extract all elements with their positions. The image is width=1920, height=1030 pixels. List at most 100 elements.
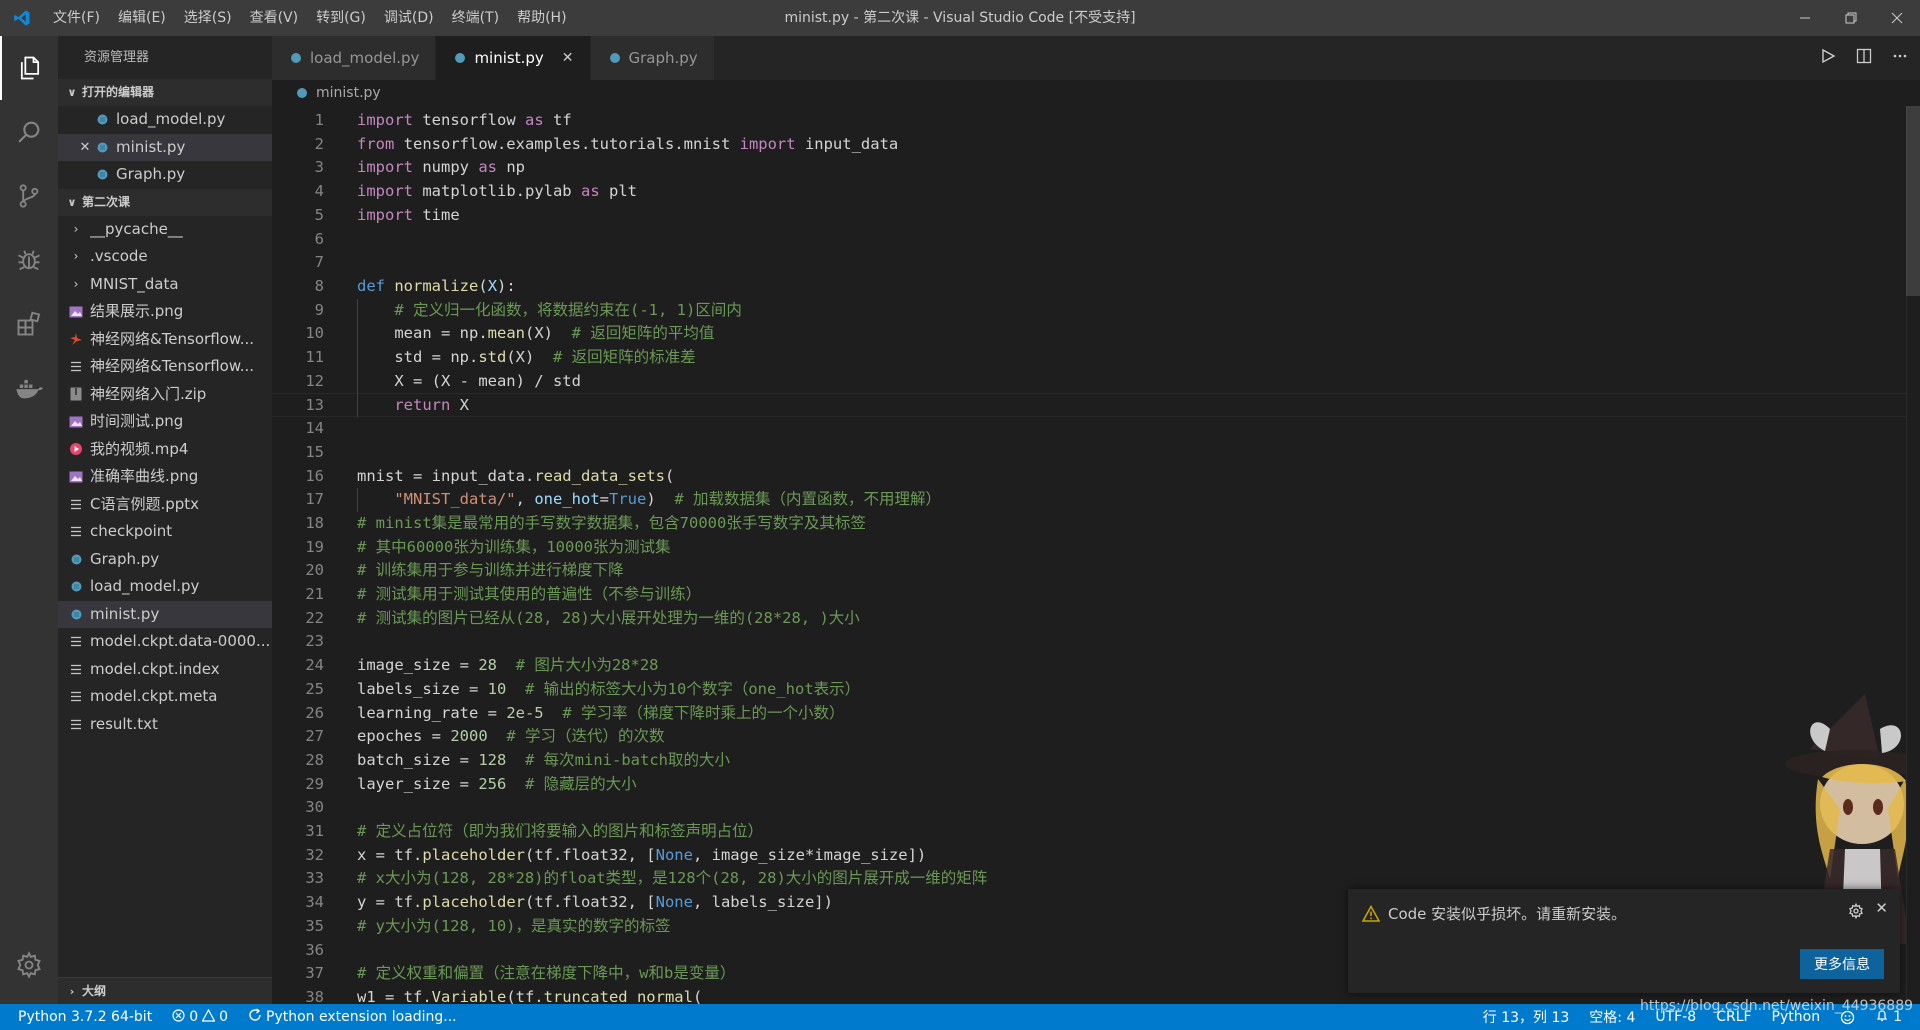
more-info-button[interactable]: 更多信息: [1800, 949, 1884, 979]
file-label: C语言例题.pptx: [90, 494, 200, 513]
file-item[interactable]: 结果展示.png: [58, 298, 272, 326]
file-tree: › __pycache__ › .vscode › MNIST_data 结果展示.png 神…: [58, 216, 272, 739]
open-editors-header[interactable]: ∨ 打开的编辑器: [58, 79, 272, 106]
code-text: return X: [357, 394, 469, 418]
file-item[interactable]: 时间测试.png: [58, 408, 272, 436]
file-item[interactable]: 神经网络&Tensorflow...: [58, 326, 272, 354]
code-line: 31 # 定义占位符（即为我们将要输入的图片和标签声明占位）: [272, 820, 1912, 844]
code-token: import: [357, 205, 413, 224]
indent-guide: [357, 488, 358, 512]
code-token: (: [478, 276, 488, 295]
line-number: 26: [305, 703, 324, 722]
minimize-button[interactable]: [1782, 0, 1828, 36]
line-number: 24: [305, 656, 324, 675]
code-token: epoches =: [357, 727, 451, 746]
file-item[interactable]: minist.py: [58, 600, 272, 628]
extensions-icon[interactable]: [0, 292, 58, 356]
open-editor-item[interactable]: ✕ minist.py: [58, 133, 272, 162]
breadcrumb[interactable]: minist.py: [272, 80, 1920, 106]
code-token: # 学习率（梯度下降时乘上的一个小数）: [562, 703, 845, 722]
file-item[interactable]: 神经网络&Tensorflow...: [58, 353, 272, 381]
menu-item[interactable]: 终端(T): [443, 0, 508, 36]
outline-header[interactable]: › 大纲: [58, 977, 272, 1004]
outline-label: 大纲: [82, 983, 107, 998]
folder-item[interactable]: › .vscode: [58, 243, 272, 271]
code-line: 27 epoches = 2000 # 学习（迭代）的次数: [272, 725, 1912, 749]
run-icon[interactable]: [1820, 48, 1836, 68]
menu-item[interactable]: 转到(G): [307, 0, 375, 36]
debug-icon[interactable]: [0, 228, 58, 292]
explorer-icon[interactable]: [0, 36, 58, 100]
folder-header[interactable]: ∨ 第二次课: [58, 188, 272, 216]
title-bar: 文件(F) 编辑(E) 选择(S) 查看(V) 转到(G) 调试(D) 终端(T) 帮助(H)…: [0, 0, 1920, 36]
notification-settings-icon[interactable]: [1848, 902, 1864, 923]
folder-item[interactable]: › __pycache__: [58, 216, 272, 244]
notification-close-icon[interactable]: ✕: [1875, 899, 1888, 917]
sidebar-title: 资源管理器: [84, 50, 150, 65]
more-actions-icon[interactable]: [1892, 48, 1908, 68]
file-item[interactable]: model.ckpt.meta: [58, 683, 272, 711]
file-item[interactable]: model.ckpt.data-0000...: [58, 628, 272, 656]
code-line: 21 # 测试集用于测试其使用的普遍性（不参与训练）: [272, 583, 1912, 607]
open-editor-item[interactable]: load_model.py: [58, 106, 272, 134]
split-editor-icon[interactable]: [1856, 48, 1872, 68]
file-item[interactable]: load_model.py: [58, 573, 272, 601]
code-text: def normalize(X):: [357, 275, 516, 299]
tab-load-model[interactable]: load_model.py: [272, 36, 437, 80]
menu-item[interactable]: 调试(D): [375, 0, 443, 36]
file-item[interactable]: checkpoint: [58, 518, 272, 546]
code-text: from tensorflow.examples.tutorials.mnist…: [357, 133, 898, 157]
code-text: batch_size = 128 # 每次mini-batch取的大小: [357, 749, 730, 773]
code-text: x = tf.placeholder(tf.float32, [None, im…: [357, 844, 926, 868]
menu-item[interactable]: 帮助(H): [508, 0, 575, 36]
close-tab-icon[interactable]: ✕: [562, 50, 574, 66]
code-editor[interactable]: 1 import tensorflow as tf 2 from tensorflow…: [272, 106, 1920, 1004]
menu-item[interactable]: 编辑(E): [109, 0, 175, 36]
menu-item[interactable]: 选择(S): [175, 0, 241, 36]
source-control-icon[interactable]: [0, 164, 58, 228]
file-item[interactable]: 神经网络入门.zip: [58, 381, 272, 409]
cursor-position-status[interactable]: 行 13，列 13: [1473, 1007, 1580, 1027]
close-editor-icon[interactable]: ✕: [76, 134, 94, 162]
code-token: # 其中60000张为训练集，10000张为测试集: [357, 537, 671, 556]
file-item[interactable]: Graph.py: [58, 546, 272, 574]
close-window-button[interactable]: [1874, 0, 1920, 36]
code-token: # 定义权重和偏置（注意在梯度下降中，w和b是变量）: [357, 964, 736, 983]
tab-minist[interactable]: minist.py ✕: [436, 36, 591, 80]
editor-scrollbar[interactable]: [1906, 106, 1920, 1004]
menu-item[interactable]: 文件(F): [44, 0, 109, 36]
line-number: 33: [305, 869, 324, 888]
file-item[interactable]: 我的视频.mp4: [58, 436, 272, 464]
notification-message: Code 安装似乎损坏。请重新安装。: [1388, 905, 1627, 923]
python-interpreter-status[interactable]: Python 3.7.2 64-bit: [8, 1009, 162, 1025]
folder-item[interactable]: › MNIST_data: [58, 271, 272, 299]
file-item[interactable]: result.txt: [58, 711, 272, 739]
python-file-icon: [94, 167, 110, 183]
code-line: 19 # 其中60000张为训练集，10000张为测试集: [272, 536, 1912, 560]
extension-loading-status[interactable]: Python extension loading...: [238, 1008, 467, 1026]
code-token: from: [357, 134, 395, 153]
code-token: # 返回矩阵的标准差: [553, 348, 696, 366]
code-line: 6: [272, 228, 1912, 252]
docker-icon[interactable]: [0, 356, 58, 420]
settings-gear-icon[interactable]: [0, 940, 58, 990]
problems-status[interactable]: 0 0: [162, 1008, 238, 1026]
code-line: 24 image_size = 28 # 图片大小为28*28: [272, 654, 1912, 678]
code-line: 13 return X: [272, 393, 1912, 418]
file-item[interactable]: model.ckpt.index: [58, 656, 272, 684]
image-icon: [68, 469, 84, 485]
indentation-status[interactable]: 空格: 4: [1579, 1007, 1645, 1027]
chevron-right-icon: ›: [73, 221, 79, 236]
code-token: # 每次mini-batch取的大小: [525, 750, 730, 769]
open-editor-item[interactable]: Graph.py: [58, 161, 272, 189]
file-item[interactable]: 准确率曲线.png: [58, 463, 272, 491]
menu-item[interactable]: 查看(V): [241, 0, 308, 36]
code-token: layer_size =: [357, 774, 479, 793]
scrollbar-thumb[interactable]: [1906, 106, 1920, 296]
code-token: plt: [599, 182, 637, 201]
file-item[interactable]: C语言例题.pptx: [58, 491, 272, 519]
restore-button[interactable]: [1828, 0, 1874, 36]
code-text: layer_size = 256 # 隐藏层的大小: [357, 773, 637, 797]
tab-graph[interactable]: Graph.py: [590, 36, 715, 80]
search-icon[interactable]: [0, 100, 58, 164]
